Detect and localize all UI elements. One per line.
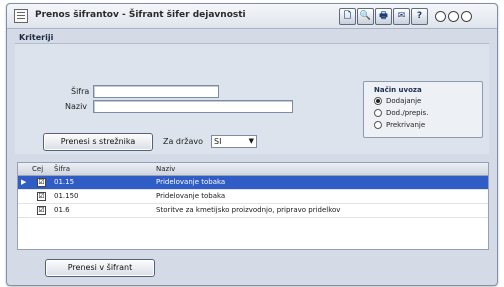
help-icon[interactable]: ? (411, 8, 428, 25)
merge-mode-title: Način uvoza (374, 86, 422, 94)
print-icon[interactable]: 🖶 (375, 8, 392, 25)
radio-empty-icon (374, 109, 382, 117)
transfer-from-server-button[interactable]: Prenesi s strežnika (43, 133, 153, 151)
merge-mode-group: Način uvoza Dodajanje Dod./prepis. Prekr… (363, 81, 483, 138)
country-select-value: SI (214, 137, 222, 146)
records-table: Cej Šifra Naziv ▶ ☑ 01.15 Pridelovanje t… (17, 162, 489, 250)
email-icon[interactable]: ✉ (393, 8, 410, 25)
radio-label: Dod./prepis. (386, 109, 429, 117)
criteria-section-label: Kriteriji (19, 33, 54, 42)
minimize-icon[interactable] (435, 11, 446, 22)
radio-empty-icon (374, 121, 382, 129)
sifra-label: Šifra (71, 87, 90, 96)
close-icon[interactable] (461, 11, 472, 22)
sifra-field[interactable] (93, 85, 219, 98)
column-header-check[interactable]: Cej (32, 165, 43, 173)
new-document-icon[interactable]: 🗋 (339, 8, 356, 25)
search-icon[interactable]: 🔍 (357, 8, 374, 25)
radio-dod-prepis[interactable]: Dod./prepis. (374, 109, 428, 117)
row-name: Pridelovanje tobaka (156, 178, 226, 186)
transfer-to-registry-button[interactable]: Prenesi v šifrant (45, 259, 155, 277)
radio-selected-icon (374, 97, 382, 105)
window-app-icon (14, 9, 28, 23)
column-header-name[interactable]: Naziv (156, 165, 175, 173)
window-title: Prenos šifrantov - Šifrant šifer dejavno… (35, 10, 246, 20)
footer-bar: Prenesi v šifrant (23, 252, 493, 282)
table-row[interactable]: ☑ 01.150 Pridelovanje tobaka (18, 190, 488, 204)
title-bar: Prenos šifrantov - Šifrant šifer dejavno… (7, 4, 497, 29)
za-drzavo-label: Za državo (163, 137, 204, 146)
row-name: Storitve za kmetijsko proizvodnjo, pripr… (156, 206, 341, 214)
row-code: 01.15 (54, 178, 75, 186)
table-header: Cej Šifra Naziv (18, 163, 488, 176)
table-row[interactable]: ☑ 01.6 Storitve za kmetijsko proizvodnjo… (18, 204, 488, 218)
radio-label: Prekrivanje (386, 121, 426, 129)
chevron-down-icon: ▼ (248, 137, 254, 145)
current-row-indicator-icon: ▶ (21, 178, 27, 186)
column-header-code[interactable]: Šifra (54, 165, 70, 173)
row-checkbox[interactable]: ☑ (37, 178, 46, 187)
maximize-icon[interactable] (448, 11, 459, 22)
row-checkbox[interactable]: ☑ (37, 206, 46, 215)
row-code: 01.150 (54, 192, 79, 200)
main-window: Prenos šifrantov - Šifrant šifer dejavno… (6, 3, 498, 286)
row-checkbox[interactable]: ☑ (37, 192, 46, 201)
naziv-label: Naziv (65, 102, 88, 111)
radio-dodajanje[interactable]: Dodajanje (374, 97, 421, 105)
radio-prekrivanje[interactable]: Prekrivanje (374, 121, 425, 129)
row-code: 01.6 (54, 206, 70, 214)
country-select[interactable]: SI ▼ (211, 135, 257, 148)
radio-label: Dodajanje (386, 97, 422, 105)
row-name: Pridelovanje tobaka (156, 192, 226, 200)
table-row[interactable]: ▶ ☑ 01.15 Pridelovanje tobaka (18, 176, 488, 190)
naziv-field[interactable] (93, 100, 293, 113)
